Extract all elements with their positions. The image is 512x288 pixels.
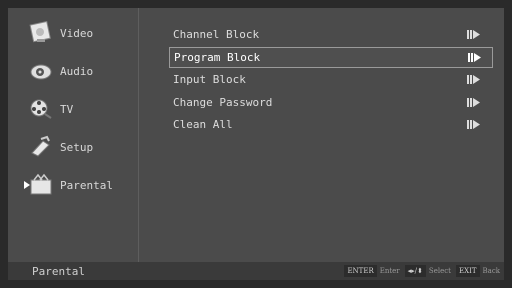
- menu-panel: Channel Block Program Block Input Block …: [139, 8, 504, 262]
- sidebar-item-audio[interactable]: Audio: [28, 56, 93, 86]
- sidebar-item-label: TV: [60, 102, 74, 116]
- video-icon: [28, 20, 54, 46]
- audio-icon: [28, 58, 54, 84]
- menu-item-change-password[interactable]: Change Password: [169, 93, 491, 112]
- enter-key: ENTER: [344, 265, 377, 277]
- sidebar-item-parental[interactable]: Parental: [24, 170, 113, 200]
- select-hint: Select: [428, 267, 451, 275]
- sidebar: Video Audio TV Setup Parental: [8, 8, 139, 262]
- exit-key: EXIT: [455, 265, 480, 277]
- submenu-arrow-icon: [468, 53, 482, 62]
- osd-screen: Video Audio TV Setup Parental Channel Bl…: [8, 8, 504, 280]
- submenu-arrow-icon: [467, 30, 481, 39]
- sidebar-item-label: Audio: [60, 64, 94, 78]
- sidebar-item-tv[interactable]: TV: [28, 94, 73, 124]
- enter-hint: Enter: [379, 267, 400, 275]
- sidebar-item-label: Parental: [60, 178, 113, 192]
- sidebar-item-label: Video: [60, 26, 94, 40]
- menu-item-input-block[interactable]: Input Block: [169, 70, 491, 89]
- tv-icon: [28, 96, 54, 122]
- nav-key: ◂▸/⬍: [404, 265, 426, 277]
- sidebar-item-label: Setup: [60, 140, 94, 154]
- submenu-arrow-icon: [467, 75, 481, 84]
- menu-item-clean-all[interactable]: Clean All: [169, 115, 491, 134]
- sidebar-item-video[interactable]: Video: [28, 18, 93, 48]
- submenu-arrow-icon: [467, 98, 481, 107]
- footer-title: Parental: [32, 264, 85, 278]
- menu-item-program-block[interactable]: Program Block: [169, 47, 493, 68]
- setup-icon: [28, 134, 54, 160]
- back-hint: Back: [482, 267, 500, 275]
- parental-icon: [28, 172, 54, 198]
- sidebar-item-setup[interactable]: Setup: [28, 132, 93, 162]
- menu-item-channel-block[interactable]: Channel Block: [169, 25, 491, 44]
- footer-bar: Parental ENTER Enter ◂▸/⬍ Select EXIT Ba…: [8, 262, 504, 280]
- submenu-arrow-icon: [467, 120, 481, 129]
- active-arrow-icon: [24, 181, 30, 189]
